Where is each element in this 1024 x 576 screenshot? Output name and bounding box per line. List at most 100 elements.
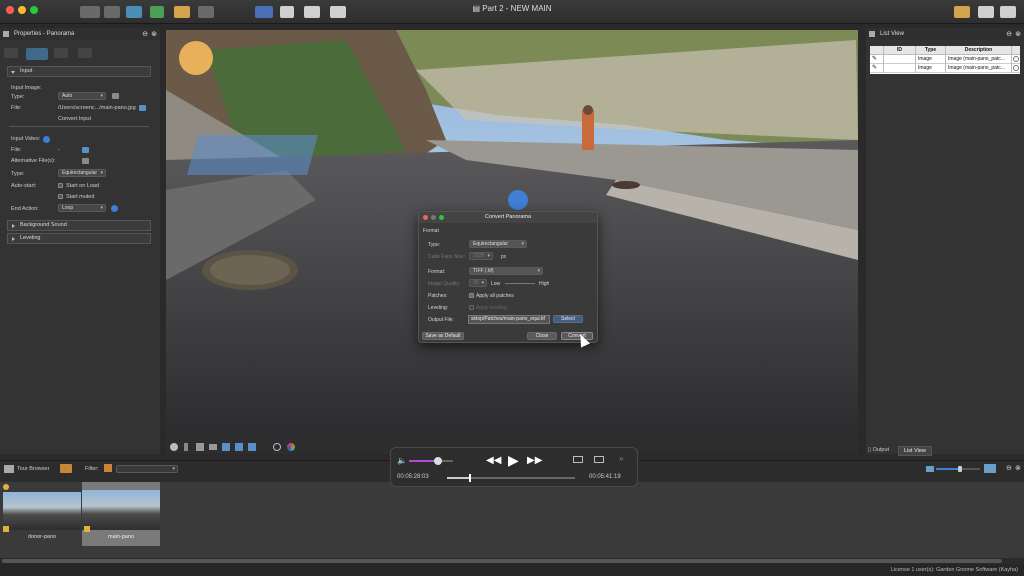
apply-patches-checkbox[interactable] [469, 293, 474, 298]
target-icon[interactable] [273, 443, 281, 451]
sort-icon[interactable] [60, 464, 72, 473]
leveling-label: Leveling: [428, 305, 449, 311]
fast-forward-icon[interactable]: ▶▶ [527, 455, 542, 466]
dlg-format-select[interactable]: TIFF (.tif) [469, 267, 543, 275]
file-browse-icon[interactable] [139, 105, 146, 111]
list-item[interactable]: donor-pano [3, 484, 81, 544]
file-label: File: [11, 105, 22, 111]
start-on-load-checkbox[interactable] [58, 183, 63, 188]
tour-browser-title: Tour Browser [17, 466, 50, 472]
tour-close-icon[interactable]: ⊗ [1015, 464, 1021, 472]
start-muted-checkbox[interactable] [58, 194, 63, 199]
table-row[interactable]: ✎ Image Image (main-pano_patc... [870, 55, 1020, 64]
col-id[interactable]: ID [884, 46, 916, 55]
section-background-sound[interactable]: Background Sound [7, 220, 151, 231]
file-value: /Users/screenc.../main-pano.jpg [58, 105, 136, 111]
move-icon[interactable] [235, 443, 243, 451]
color-icon[interactable] [287, 443, 295, 451]
thumb-large-icon[interactable] [984, 464, 996, 473]
tab-panorama-icon[interactable] [26, 48, 48, 60]
list-close-icon[interactable]: ⊗ [1015, 29, 1021, 41]
list-float-icon[interactable]: ⊖ [1006, 29, 1012, 41]
volume-icon[interactable]: 🔈 [397, 456, 407, 465]
quality-low: Low [491, 281, 501, 287]
end-action-info-icon[interactable] [111, 205, 118, 212]
tour-browser-icon [4, 465, 14, 473]
col-type[interactable]: Type [916, 46, 946, 55]
patch-icon [84, 526, 90, 532]
start-muted-label: Start muted [66, 194, 95, 200]
apply-leveling-label: Apply leveling [476, 305, 507, 311]
type-settings-icon[interactable] [112, 93, 119, 99]
select-button[interactable]: Select [553, 315, 583, 323]
row-visibility-icon[interactable] [1013, 56, 1019, 62]
output-file-input[interactable]: sktop/Patches/main-pano_equi.tif [468, 315, 550, 324]
filter-icon[interactable] [104, 464, 112, 472]
scrubber-knob[interactable] [468, 474, 471, 482]
list-item[interactable]: main-pano [82, 482, 160, 546]
video-file-browse-icon[interactable] [82, 147, 89, 153]
save-as-default-button[interactable]: Save as Default [422, 332, 464, 340]
output-file-label: Output File: [428, 317, 454, 323]
pin-icon[interactable] [184, 443, 188, 451]
play-icon[interactable]: ▶ [508, 452, 519, 469]
format-section-label: Format [423, 228, 439, 234]
table-row[interactable]: ✎ Image Image (main-pano_patc... [870, 64, 1020, 73]
compass-icon[interactable] [170, 443, 178, 451]
tab-view-icon[interactable] [78, 48, 92, 58]
end-action-value: Loop [62, 205, 74, 211]
video-type-value: Equirectangular [62, 170, 98, 176]
tab-output[interactable]: ▯ Output [868, 447, 889, 453]
type-select[interactable]: Auto [58, 92, 106, 100]
cube-face-label: Cube Face Size: [428, 254, 465, 260]
scrubber[interactable] [447, 474, 575, 482]
license-status: License 1 user(s): Garden Gnome Software… [890, 567, 1018, 573]
panel-close-icon[interactable]: ⊗ [151, 29, 157, 41]
info-icon[interactable] [43, 136, 50, 143]
type-select-value: Auto [62, 93, 73, 99]
pip-icon[interactable] [594, 456, 604, 463]
video-type-select[interactable]: Equirectangular [58, 169, 106, 177]
patches-label: Patches: [428, 293, 448, 299]
thumb-small-icon[interactable] [926, 466, 934, 472]
tour-float-icon[interactable]: ⊖ [1006, 464, 1012, 472]
more-icon[interactable]: » [619, 454, 623, 463]
link-icon[interactable] [209, 444, 217, 450]
close-button[interactable]: Close [527, 332, 557, 340]
sound-icon[interactable] [222, 443, 230, 451]
list-table-header: ID Type Description [870, 46, 1020, 55]
row-visibility-icon[interactable] [1013, 65, 1019, 71]
cube-face-input: 5028 [469, 252, 493, 260]
col-description[interactable]: Description [946, 46, 1012, 55]
panel-float-icon[interactable]: ⊖ [142, 29, 148, 41]
filter-select[interactable] [116, 465, 178, 473]
dlg-type-select[interactable]: Equirectangular [469, 240, 527, 248]
col-select [870, 46, 884, 55]
image-icon[interactable] [248, 443, 256, 451]
volume-slider[interactable] [409, 457, 453, 465]
airplay-icon[interactable] [573, 456, 583, 463]
rewind-icon[interactable]: ◀◀ [486, 455, 501, 466]
tab-general-icon[interactable] [4, 48, 18, 58]
input-video-label: Input Video: [11, 136, 41, 142]
px-label: px [501, 254, 507, 260]
volume-knob[interactable] [433, 457, 442, 465]
hotspot-icon[interactable] [196, 443, 204, 451]
status-bar: License 1 user(s): Garden Gnome Software… [0, 564, 1024, 576]
tab-list-view[interactable]: List View [898, 446, 932, 456]
alt-files-icon[interactable] [82, 158, 89, 164]
total-time: 00:05:41:19 [589, 474, 621, 480]
thumb-size-slider[interactable] [936, 466, 980, 472]
end-action-select[interactable]: Loop [58, 204, 106, 212]
toolbar-extra-icon[interactable] [954, 6, 970, 18]
section-input[interactable]: Input [7, 66, 151, 77]
toolbar-help-icon[interactable] [1000, 6, 1016, 18]
thumbnail-donor-pano [3, 492, 81, 530]
start-on-load-label: Start on Load [66, 183, 100, 189]
section-leveling[interactable]: Leveling [7, 233, 151, 244]
tab-image-icon[interactable] [54, 48, 68, 58]
item-label: donor-pano [27, 534, 57, 540]
convert-input-button[interactable]: Convert Input [58, 116, 91, 122]
toolbar-layout-icon[interactable] [978, 6, 994, 18]
video-type-label: Type: [11, 171, 25, 177]
